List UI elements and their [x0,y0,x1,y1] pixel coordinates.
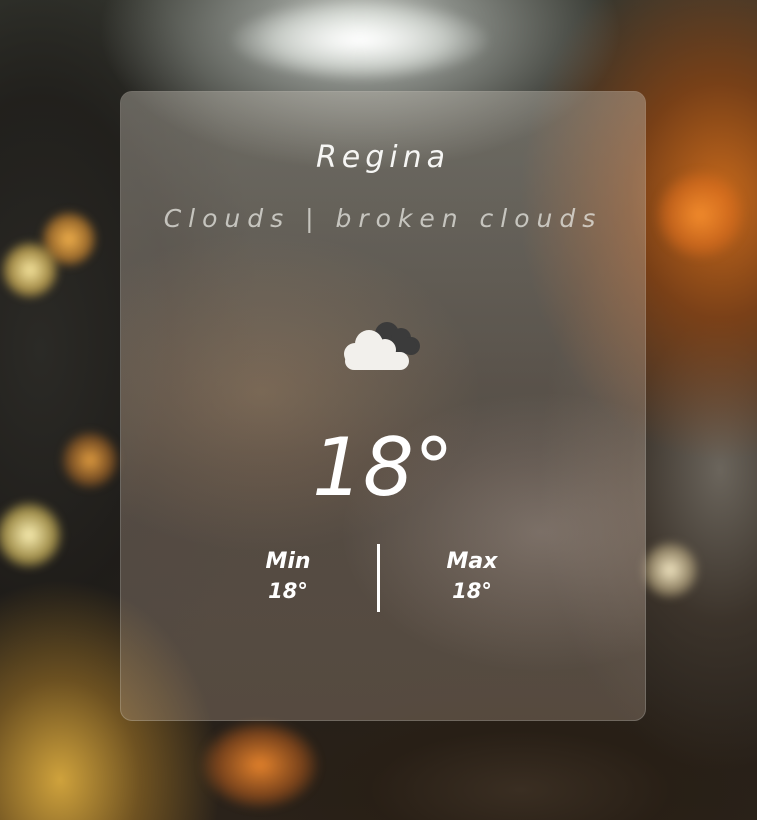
bokeh-light [0,500,64,570]
bokeh-light [655,170,745,260]
city-name: Regina [315,140,451,175]
current-temperature: 18° [312,421,454,514]
min-max-row: Min 18° Max 18° [121,544,645,614]
bokeh-light [230,0,490,80]
max-value: 18° [452,579,492,603]
divider [377,544,380,612]
min-temperature: Min 18° [228,548,348,606]
bokeh-light [60,430,120,490]
bokeh-light [0,240,60,300]
min-label: Min [265,549,311,574]
weather-description: Clouds | broken clouds [163,204,603,233]
broken-clouds-icon [344,322,420,370]
weather-card: Regina Clouds | broken clouds 18° Min 18… [120,91,646,721]
max-temperature: Max 18° [412,548,532,606]
max-label: Max [446,549,498,574]
min-value: 18° [268,579,308,603]
bokeh-light [640,540,700,600]
bokeh-light [200,720,320,810]
